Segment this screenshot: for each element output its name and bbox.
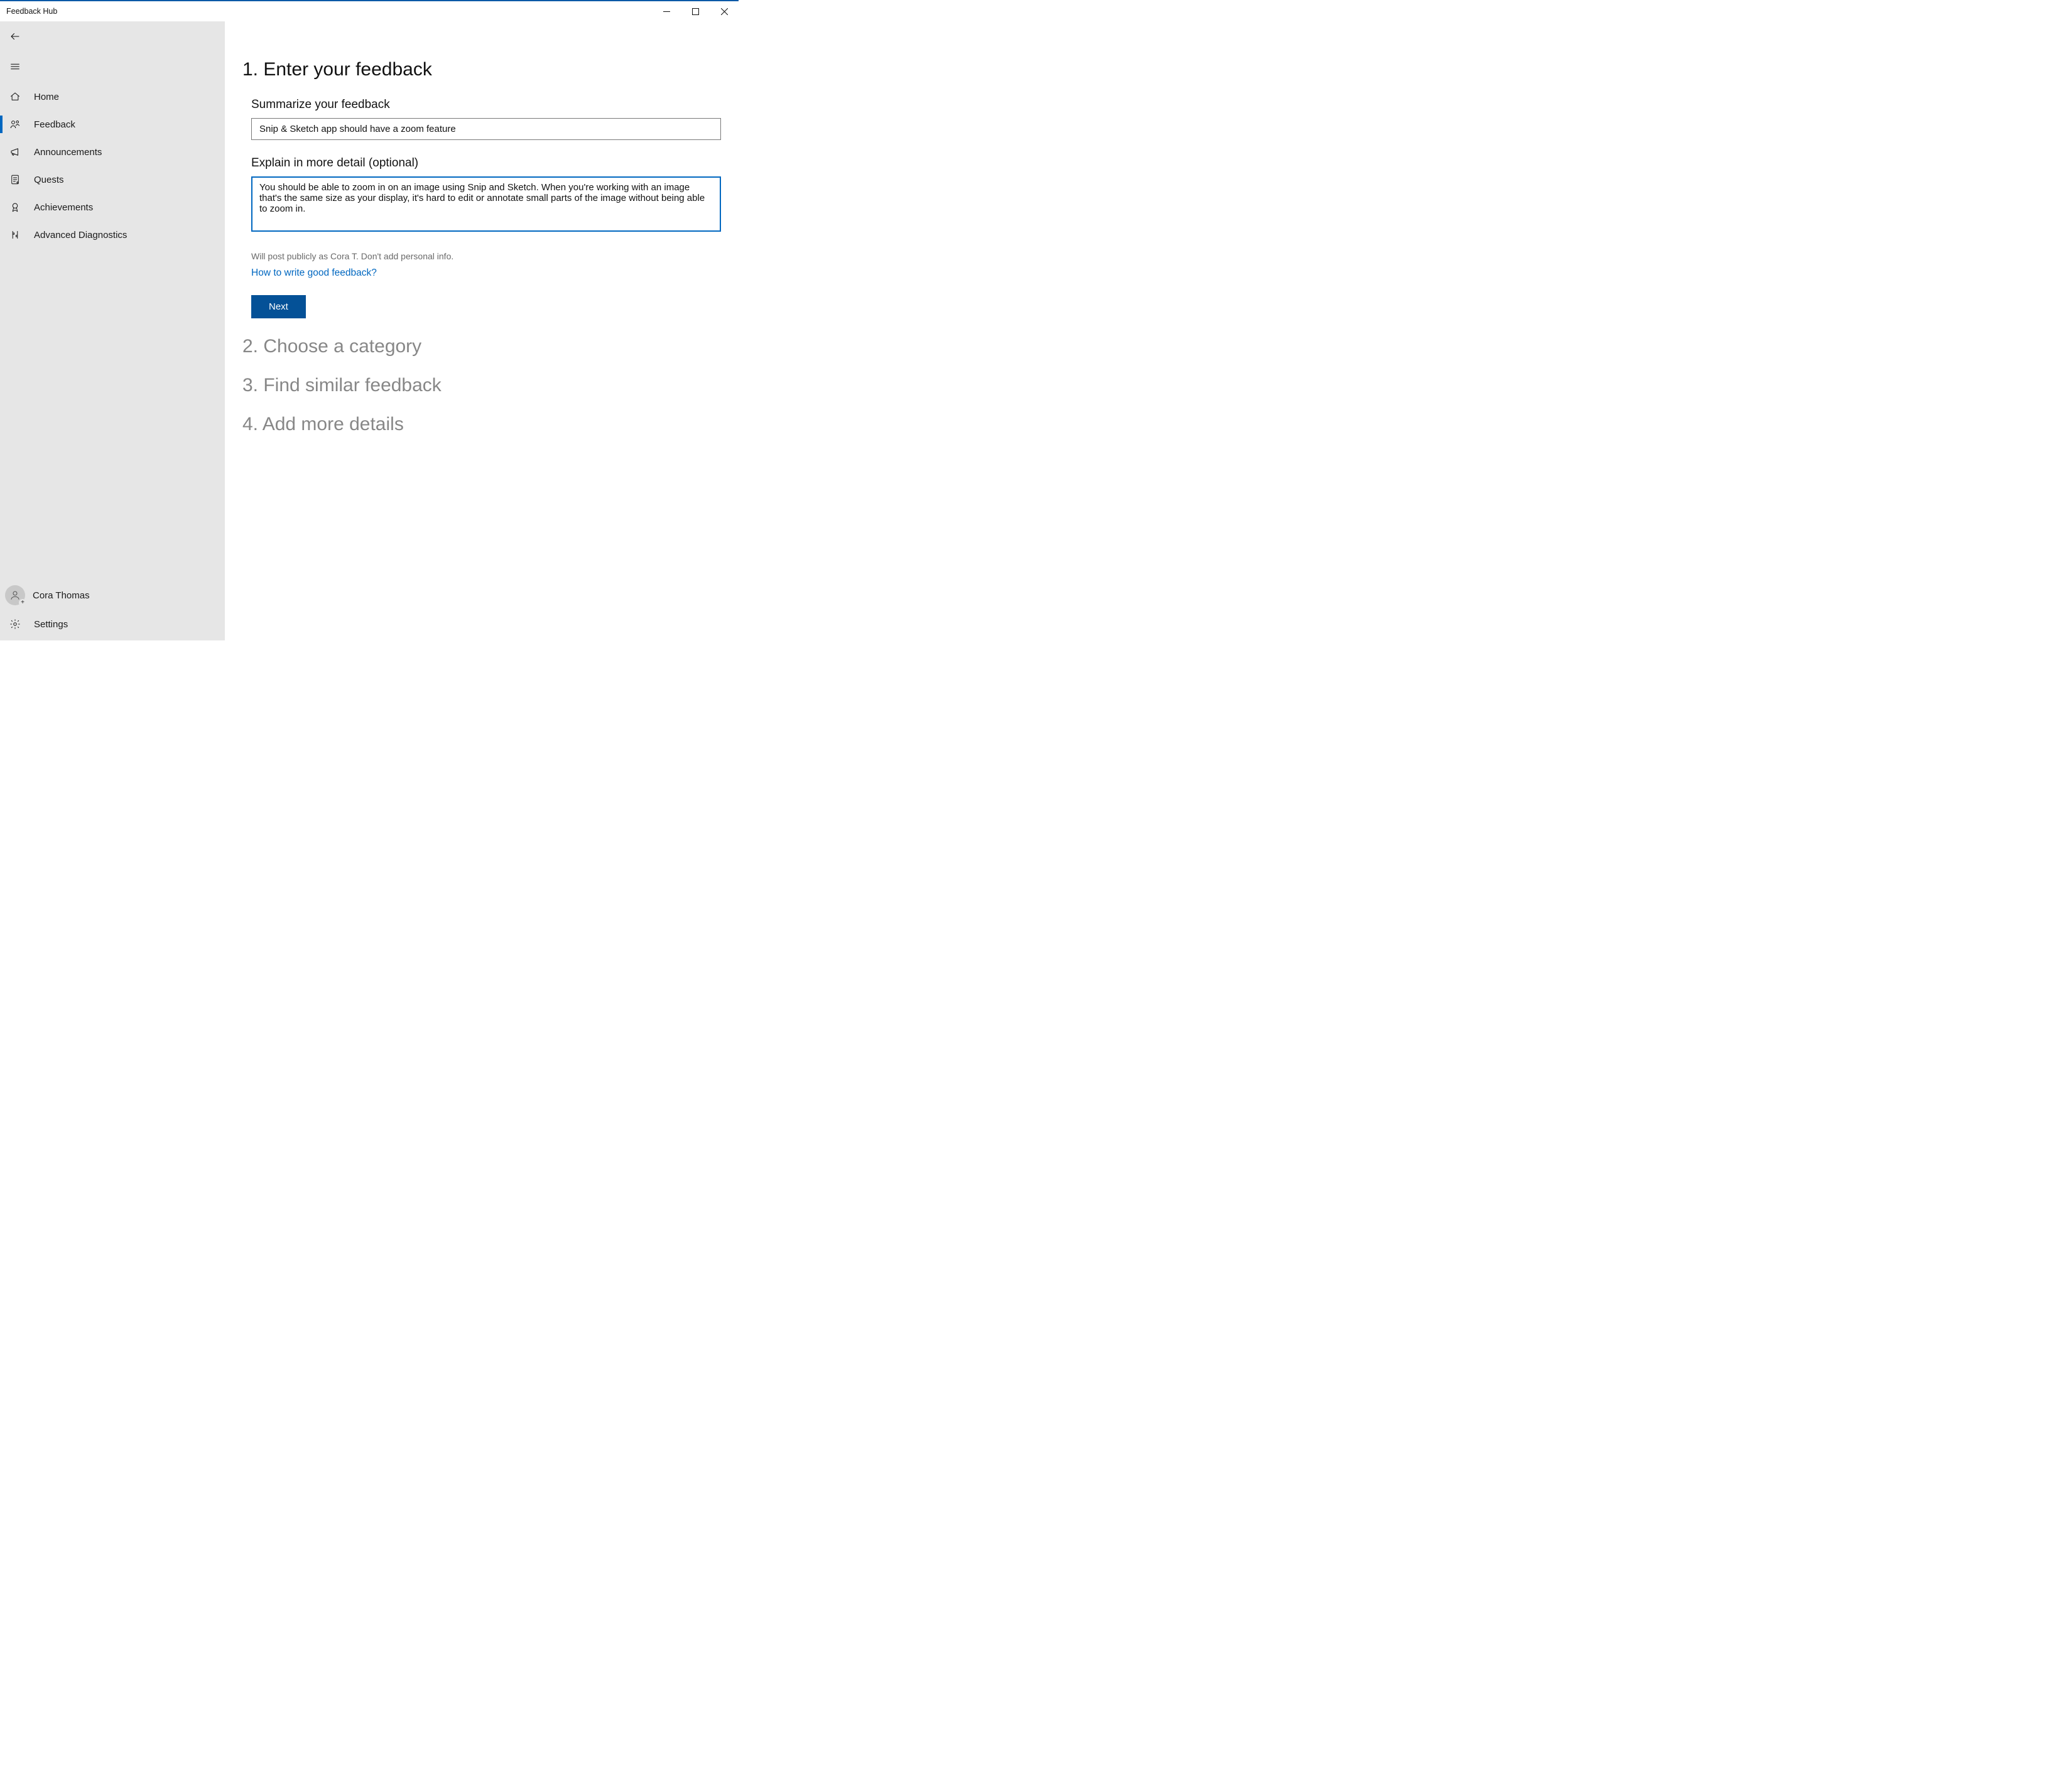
user-account-item[interactable]: + Cora Thomas [0, 580, 225, 610]
close-button[interactable] [710, 1, 739, 21]
diagnostics-icon [0, 229, 30, 240]
nav-label: Quests [30, 175, 64, 185]
sidebar-item-settings[interactable]: Settings [0, 610, 225, 638]
nav-label: Announcements [30, 147, 102, 158]
avatar: + [5, 585, 25, 605]
summary-input[interactable] [251, 118, 721, 140]
app-window: Feedback Hub [0, 0, 739, 640]
sidebar-item-home[interactable]: Home [0, 83, 225, 111]
quests-icon [0, 174, 30, 185]
app-body: Home Feedback Announcements [0, 21, 739, 640]
nav-list: Home Feedback Announcements [0, 82, 225, 249]
home-icon [0, 91, 30, 102]
sidebar-top [0, 21, 225, 82]
settings-label: Settings [30, 619, 68, 630]
user-display-name: Cora Thomas [33, 590, 90, 601]
detail-label: Explain in more detail (optional) [251, 156, 721, 170]
window-caption-group [652, 1, 739, 21]
megaphone-icon [0, 146, 30, 158]
award-icon [0, 202, 30, 213]
step3-heading: 3. Find similar feedback [242, 375, 721, 396]
gear-icon [0, 618, 30, 630]
back-arrow-icon [9, 31, 21, 42]
sidebar: Home Feedback Announcements [0, 21, 225, 640]
step1-heading: 1. Enter your feedback [242, 59, 721, 80]
step2-heading: 2. Choose a category [242, 336, 721, 357]
nav-label: Feedback [30, 119, 75, 130]
titlebar: Feedback Hub [0, 1, 739, 21]
nav-label: Home [30, 92, 59, 102]
detail-field-block: Explain in more detail (optional) [251, 156, 721, 235]
summary-field-block: Summarize your feedback [251, 98, 721, 140]
back-button[interactable] [0, 21, 30, 51]
hamburger-icon [9, 61, 21, 72]
nav-label: Achievements [30, 202, 93, 213]
plus-badge-icon: + [19, 599, 26, 607]
sidebar-item-achievements[interactable]: Achievements [0, 193, 225, 221]
main-content: 1. Enter your feedback Summarize your fe… [225, 21, 739, 640]
nav-toggle-button[interactable] [0, 51, 30, 82]
step4-heading: 4. Add more details [242, 414, 721, 435]
privacy-note: Will post publicly as Cora T. Don't add … [251, 251, 721, 261]
maximize-button[interactable] [681, 1, 710, 21]
detail-textarea[interactable] [251, 176, 721, 232]
help-link[interactable]: How to write good feedback? [251, 267, 377, 279]
summary-label: Summarize your feedback [251, 98, 721, 112]
feedback-icon [0, 119, 30, 130]
minimize-icon [663, 8, 670, 15]
app-title: Feedback Hub [0, 7, 57, 16]
sidebar-item-announcements[interactable]: Announcements [0, 138, 225, 166]
nav-label: Advanced Diagnostics [30, 230, 127, 240]
person-icon [9, 590, 21, 601]
minimize-button[interactable] [652, 1, 681, 21]
next-button[interactable]: Next [251, 295, 306, 318]
maximize-icon [692, 8, 699, 15]
sidebar-item-quests[interactable]: Quests [0, 166, 225, 193]
sidebar-bottom: + Cora Thomas Settings [0, 580, 225, 640]
sidebar-item-advanced-diagnostics[interactable]: Advanced Diagnostics [0, 221, 225, 249]
sidebar-item-feedback[interactable]: Feedback [0, 111, 225, 138]
close-icon [721, 8, 728, 15]
